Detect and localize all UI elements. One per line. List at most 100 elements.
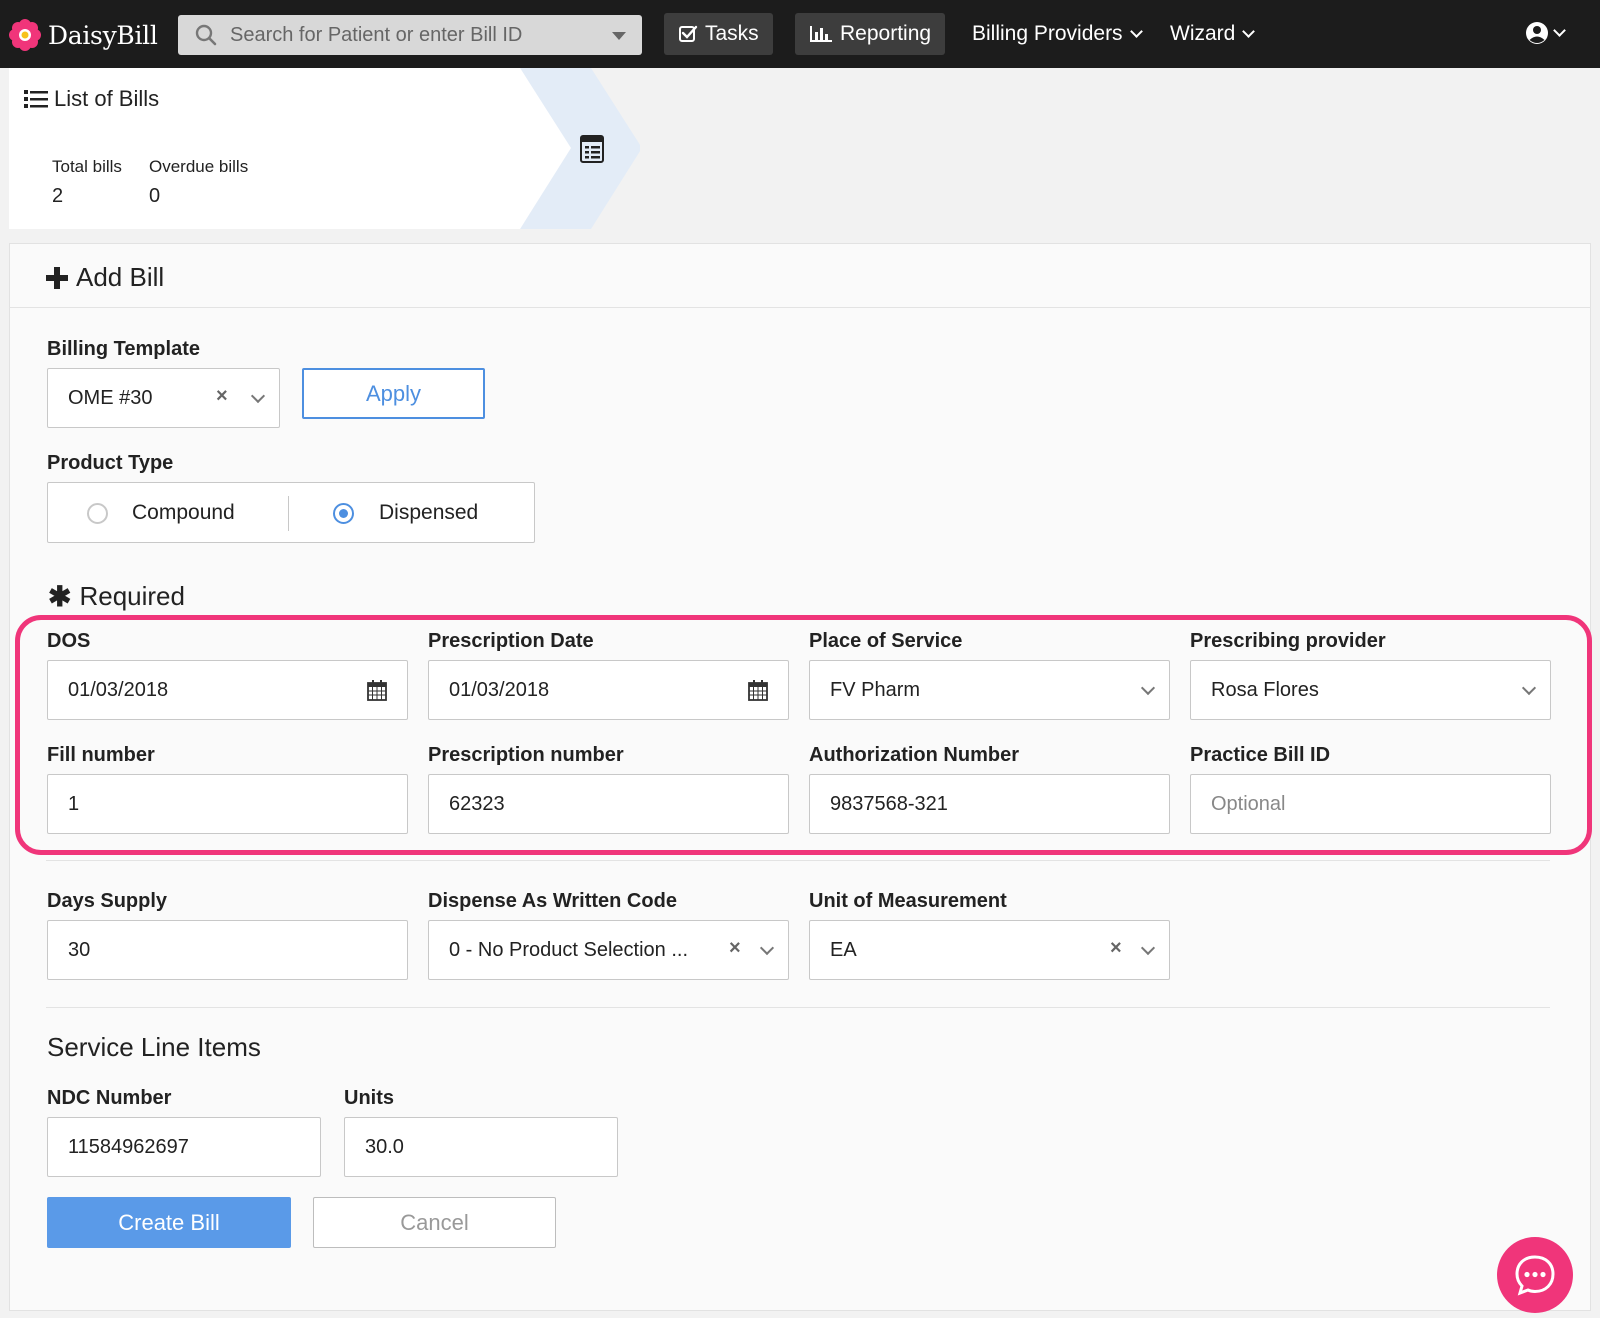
place-of-service-select[interactable]: FV Pharm [809, 660, 1170, 720]
user-circle-icon [1526, 22, 1548, 44]
cancel-button[interactable]: Cancel [313, 1197, 556, 1248]
product-type-label: Product Type [47, 452, 174, 474]
billing-template-value: OME #30 [68, 386, 153, 409]
clear-icon[interactable]: × [216, 385, 228, 408]
overdue-bills-value: 0 [149, 185, 161, 207]
checkbox-icon [679, 25, 698, 42]
chevron-down-icon[interactable] [1140, 940, 1156, 956]
practice-bill-id-placeholder: Optional [1211, 792, 1286, 815]
divider [9, 307, 1591, 308]
compound-label[interactable]: Compound [132, 501, 235, 525]
dispensed-label[interactable]: Dispensed [379, 501, 478, 525]
patient-search[interactable] [178, 15, 642, 55]
total-bills-label: Total bills [52, 157, 122, 176]
divider [46, 860, 1550, 861]
add-bill-title: Add Bill [76, 262, 165, 292]
units-label: Units [344, 1087, 394, 1109]
prescription-date-label: Prescription Date [428, 630, 594, 652]
required-title: Required [79, 581, 185, 611]
wizard-menu[interactable]: Wizard [1170, 13, 1256, 55]
place-of-service-value: FV Pharm [830, 678, 921, 701]
bar-chart-icon [810, 26, 832, 42]
caret-down-icon[interactable] [612, 32, 626, 40]
chevron-down-icon [1553, 24, 1566, 37]
overdue-bills-label: Overdue bills [149, 157, 249, 176]
compound-radio[interactable] [87, 503, 108, 524]
fill-number-label: Fill number [47, 744, 155, 766]
daw-code-label: Dispense As Written Code [428, 890, 677, 912]
asterisk-icon: ✱ [48, 581, 72, 612]
chevron-down-icon[interactable] [250, 388, 266, 404]
divider [46, 1007, 1550, 1008]
logo[interactable]: DaisyBill [8, 17, 158, 53]
authorization-number-input[interactable]: 9837568-321 [809, 774, 1170, 834]
divider [288, 496, 289, 531]
daisy-logo-icon [9, 19, 41, 51]
prescription-date-field[interactable]: 01/03/2018 [428, 660, 789, 720]
calendar-icon[interactable] [748, 680, 768, 701]
daw-code-select[interactable]: 0 - No Product Selection ... × [428, 920, 789, 980]
bill-icon [580, 135, 604, 163]
apply-button[interactable]: Apply [302, 368, 485, 419]
prescribing-provider-label: Prescribing provider [1190, 630, 1386, 652]
search-input[interactable] [230, 23, 590, 47]
ndc-number-input[interactable]: 11584962697 [47, 1117, 321, 1177]
ndc-number-label: NDC Number [47, 1087, 172, 1109]
authorization-number-value: 9837568-321 [830, 792, 948, 815]
billing-template-select[interactable]: OME #30 × [47, 368, 280, 428]
top-navbar: DaisyBill Tasks Reporting Billing Provid… [0, 0, 1600, 68]
create-bill-button[interactable]: Create Bill [47, 1197, 291, 1248]
fill-number-input[interactable]: 1 [47, 774, 408, 834]
prescription-number-input[interactable]: 62323 [428, 774, 789, 834]
days-supply-value: 30 [68, 938, 91, 961]
logo-text: DaisyBill [48, 20, 158, 50]
total-bills-value: 2 [52, 185, 64, 207]
ndc-number-value: 11584962697 [68, 1135, 189, 1158]
list-of-bills-title: List of Bills [54, 86, 160, 111]
daw-code-value: 0 - No Product Selection ... [449, 938, 689, 961]
chat-button[interactable] [1497, 1237, 1573, 1313]
days-supply-label: Days Supply [47, 890, 168, 912]
dos-value: 01/03/2018 [68, 678, 169, 701]
prescribing-provider-select[interactable]: Rosa Flores [1190, 660, 1551, 720]
prescription-number-value: 62323 [449, 792, 505, 815]
unit-of-measurement-value: EA [830, 938, 857, 961]
plus-icon [46, 266, 68, 289]
chevron-down-icon[interactable] [759, 940, 775, 956]
fill-number-value: 1 [68, 792, 80, 815]
chat-icon [1515, 1255, 1555, 1296]
add-bill-heading: Add Bill [46, 262, 164, 293]
user-menu[interactable] [1525, 21, 1566, 45]
required-heading: ✱ Required [48, 580, 185, 613]
dos-label: DOS [47, 630, 91, 652]
authorization-number-label: Authorization Number [809, 744, 1019, 766]
chevron-down-icon[interactable] [1140, 680, 1156, 696]
tasks-button[interactable]: Tasks [664, 13, 773, 55]
prescription-date-value: 01/03/2018 [449, 678, 550, 701]
service-line-items-title: Service Line Items [47, 1032, 261, 1062]
practice-bill-id-label: Practice Bill ID [1190, 744, 1331, 766]
wizard-label: Wizard [1170, 22, 1236, 45]
units-input[interactable]: 30.0 [344, 1117, 618, 1177]
practice-bill-id-input[interactable]: Optional [1190, 774, 1551, 834]
units-value: 30.0 [365, 1135, 404, 1158]
unit-of-measurement-label: Unit of Measurement [809, 890, 1007, 912]
clear-icon[interactable]: × [1110, 937, 1122, 960]
search-icon [195, 24, 217, 46]
billing-providers-label: Billing Providers [972, 22, 1123, 45]
days-supply-input[interactable]: 30 [47, 920, 408, 980]
billing-providers-menu[interactable]: Billing Providers [972, 13, 1143, 55]
dos-field[interactable]: 01/03/2018 [47, 660, 408, 720]
prescribing-provider-value: Rosa Flores [1211, 678, 1319, 701]
unit-of-measurement-select[interactable]: EA × [809, 920, 1170, 980]
clear-icon[interactable]: × [729, 937, 741, 960]
reporting-button[interactable]: Reporting [795, 13, 946, 55]
list-of-bills-link[interactable]: List of Bills [24, 86, 159, 112]
calendar-icon[interactable] [367, 680, 387, 701]
billing-template-label: Billing Template [47, 338, 200, 360]
chevron-down-icon [1129, 25, 1143, 38]
dispensed-radio[interactable] [333, 503, 354, 524]
product-type-radio-group: Compound Dispensed [47, 482, 535, 543]
reporting-label: Reporting [840, 22, 932, 45]
chevron-down-icon[interactable] [1521, 680, 1537, 696]
